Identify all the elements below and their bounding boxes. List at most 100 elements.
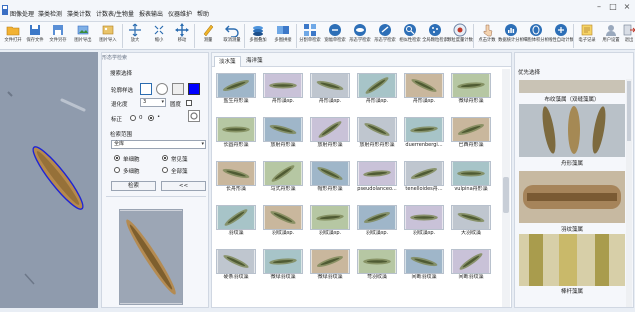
- gallery-item[interactable]: 舟形藻sp.: [357, 73, 397, 109]
- gallery-item[interactable]: 间断羽纹藻: [404, 249, 444, 285]
- measure-button[interactable]: 测量: [195, 22, 221, 50]
- all-algae-radio[interactable]: [162, 167, 168, 173]
- outline-shape-3-button[interactable]: [172, 83, 184, 95]
- segment-search-button[interactable]: 分割单检索: [297, 22, 323, 50]
- rotate-option-1-radio[interactable]: [130, 115, 136, 121]
- menu-image-processing[interactable]: 图像处理: [10, 9, 34, 18]
- fill-checkbox[interactable]: [186, 100, 192, 106]
- gallery-item[interactable]: 羽纹藻sp.: [357, 205, 397, 241]
- gallery-item[interactable]: 间断羽纹藻: [451, 249, 491, 285]
- smooth-select[interactable]: 3 ▾: [140, 98, 166, 107]
- menu-algae-detection[interactable]: 藻类检测: [38, 9, 62, 18]
- gallery-scrollbar[interactable]: [502, 69, 510, 307]
- zoom-in-button[interactable]: 放大: [122, 22, 148, 50]
- gallery-item[interactable]: pseudolanceo...: [357, 161, 397, 197]
- gallery-item[interactable]: 长圆舟形藻: [216, 117, 256, 153]
- menu-maintenance[interactable]: 仪器维护: [168, 9, 192, 18]
- gallery-item[interactable]: 舟形藻sp.: [404, 73, 444, 109]
- close-icon[interactable]: ×: [623, 3, 631, 11]
- gallery-item[interactable]: 羽纹藻sp.: [310, 205, 350, 241]
- gallery-item[interactable]: 羽纹藻sp.: [404, 205, 444, 241]
- gallery-item[interactable]: tenelloides舟...: [404, 161, 444, 197]
- statistics-button[interactable]: 数据统计分析: [498, 22, 524, 50]
- morphology-search-button[interactable]: 形态学检索: [347, 22, 373, 50]
- tab-freshwater[interactable]: 淡水藻: [214, 56, 241, 67]
- exit-button[interactable]: 退出: [616, 22, 635, 50]
- gallery-thumbnail: [216, 117, 256, 142]
- rotate-option-1-label: 0: [139, 115, 143, 121]
- preview-scroll-thumb[interactable]: [627, 81, 631, 141]
- gallery-item[interactable]: 马式舟形藻: [263, 161, 303, 197]
- gallery-item[interactable]: 放射舟形藻: [263, 117, 303, 153]
- color-swatch-button[interactable]: [188, 83, 200, 95]
- gallery-item[interactable]: 大羽纹藻: [451, 205, 491, 241]
- gallery-thumbnail: [357, 161, 397, 186]
- gallery-item[interactable]: 舟形藻sp.: [263, 73, 303, 109]
- gallery-item[interactable]: 长舟形藻: [216, 161, 256, 197]
- cancel-measure-button[interactable]: 取消测量: [219, 22, 245, 50]
- outline-shape-2-button[interactable]: [156, 83, 168, 95]
- outline-shape-1-button[interactable]: [140, 83, 152, 95]
- gallery-caption: 间断羽纹藻: [411, 274, 437, 280]
- preview-image-3[interactable]: [519, 171, 625, 223]
- single-cell-radio[interactable]: [114, 155, 120, 161]
- click-count-button[interactable]: 点击计数: [474, 22, 500, 50]
- gallery-item[interactable]: 硬条羽纹藻: [216, 249, 256, 285]
- cell-volume-button[interactable]: 细胞体积分析: [523, 22, 549, 50]
- wide-search-button[interactable]: 宽幅单检索: [322, 22, 348, 50]
- gallery-item[interactable]: 羽纹藻: [216, 205, 256, 241]
- gallery-thumbnail: [216, 249, 256, 274]
- gallery-item[interactable]: 舟形藻sp.: [310, 73, 350, 109]
- save-as-button[interactable]: 文件另存: [45, 22, 71, 50]
- gallery-thumbnail: [263, 249, 303, 274]
- undo-icon: [225, 25, 239, 37]
- gallery-scroll-thumb[interactable]: [503, 177, 509, 213]
- gallery-item[interactable]: 微绿羽纹藻: [310, 249, 350, 285]
- preview-scrollbar[interactable]: [626, 79, 632, 307]
- menu-report[interactable]: 报表输出: [139, 9, 163, 18]
- gallery-caption: 大羽纹藻: [460, 230, 481, 236]
- rotate-settings-button[interactable]: [188, 110, 200, 122]
- gallery-item[interactable]: 盐生舟形藻: [216, 73, 256, 109]
- menu-help[interactable]: 帮助: [197, 9, 209, 18]
- tab-marine[interactable]: 海洋藻: [242, 56, 267, 67]
- multi-overlay-button[interactable]: 多图叠加: [245, 22, 271, 50]
- image-import-button[interactable]: 图片导入: [95, 22, 121, 50]
- multi-stitch-button[interactable]: 多图拼接: [270, 22, 296, 50]
- rotate-option-2-radio[interactable]: [148, 115, 154, 121]
- gallery-item[interactable]: 羽纹藻sp.: [263, 205, 303, 241]
- morphology-search2-button[interactable]: 形态学检索: [372, 22, 398, 50]
- preview-image-2[interactable]: [519, 104, 625, 157]
- range-select[interactable]: 全库 ▾: [111, 140, 206, 149]
- gallery-item[interactable]: 放射舟形藻: [310, 117, 350, 153]
- image-export-button[interactable]: 图片导出: [70, 22, 96, 50]
- preview-image-4[interactable]: [519, 234, 625, 286]
- similarity-search-button[interactable]: 相似性检索: [397, 22, 423, 50]
- preview-image-1[interactable]: [519, 80, 625, 93]
- gallery-item[interactable]: 微绿羽纹藻: [263, 249, 303, 285]
- minimize-icon[interactable]: –: [595, 3, 603, 11]
- measure-count-button[interactable]: 颗粒度量计数: [447, 22, 473, 50]
- particle-search-button[interactable]: 全局颗粒检索: [422, 22, 448, 50]
- save-icon: [30, 25, 40, 35]
- move-button[interactable]: 移动: [169, 22, 195, 50]
- maximize-icon[interactable]: □: [609, 3, 617, 11]
- auto-count-button[interactable]: 线性自动计数: [548, 22, 574, 50]
- menu-biomass[interactable]: 计数表/生物量: [96, 9, 134, 18]
- microscope-image-view[interactable]: [0, 52, 98, 308]
- multi-cell-radio[interactable]: [114, 167, 120, 173]
- common-algae-radio[interactable]: [162, 155, 168, 161]
- gallery-item[interactable]: 微绿舟形藻: [451, 73, 491, 109]
- zoom-in-icon: [129, 23, 141, 37]
- gallery-item[interactable]: 放射舟形舟形藻: [357, 117, 397, 153]
- menu-algae-count[interactable]: 藻类计数: [67, 9, 91, 18]
- electronic-record-button[interactable]: 电子记录: [574, 22, 600, 50]
- gallery-item[interactable]: duerrenbergi...: [404, 117, 444, 153]
- gallery-item[interactable]: vulpina舟形藻: [451, 161, 491, 197]
- gallery-item[interactable]: 帽形舟形藻: [310, 161, 350, 197]
- common-algae-label: 常见藻: [171, 157, 188, 163]
- search-button[interactable]: 检索: [111, 181, 156, 191]
- gallery-item[interactable]: 巴西舟形藻: [451, 117, 491, 153]
- gallery-item[interactable]: 弯羽纹藻: [357, 249, 397, 285]
- back-button[interactable]: <<: [161, 181, 206, 191]
